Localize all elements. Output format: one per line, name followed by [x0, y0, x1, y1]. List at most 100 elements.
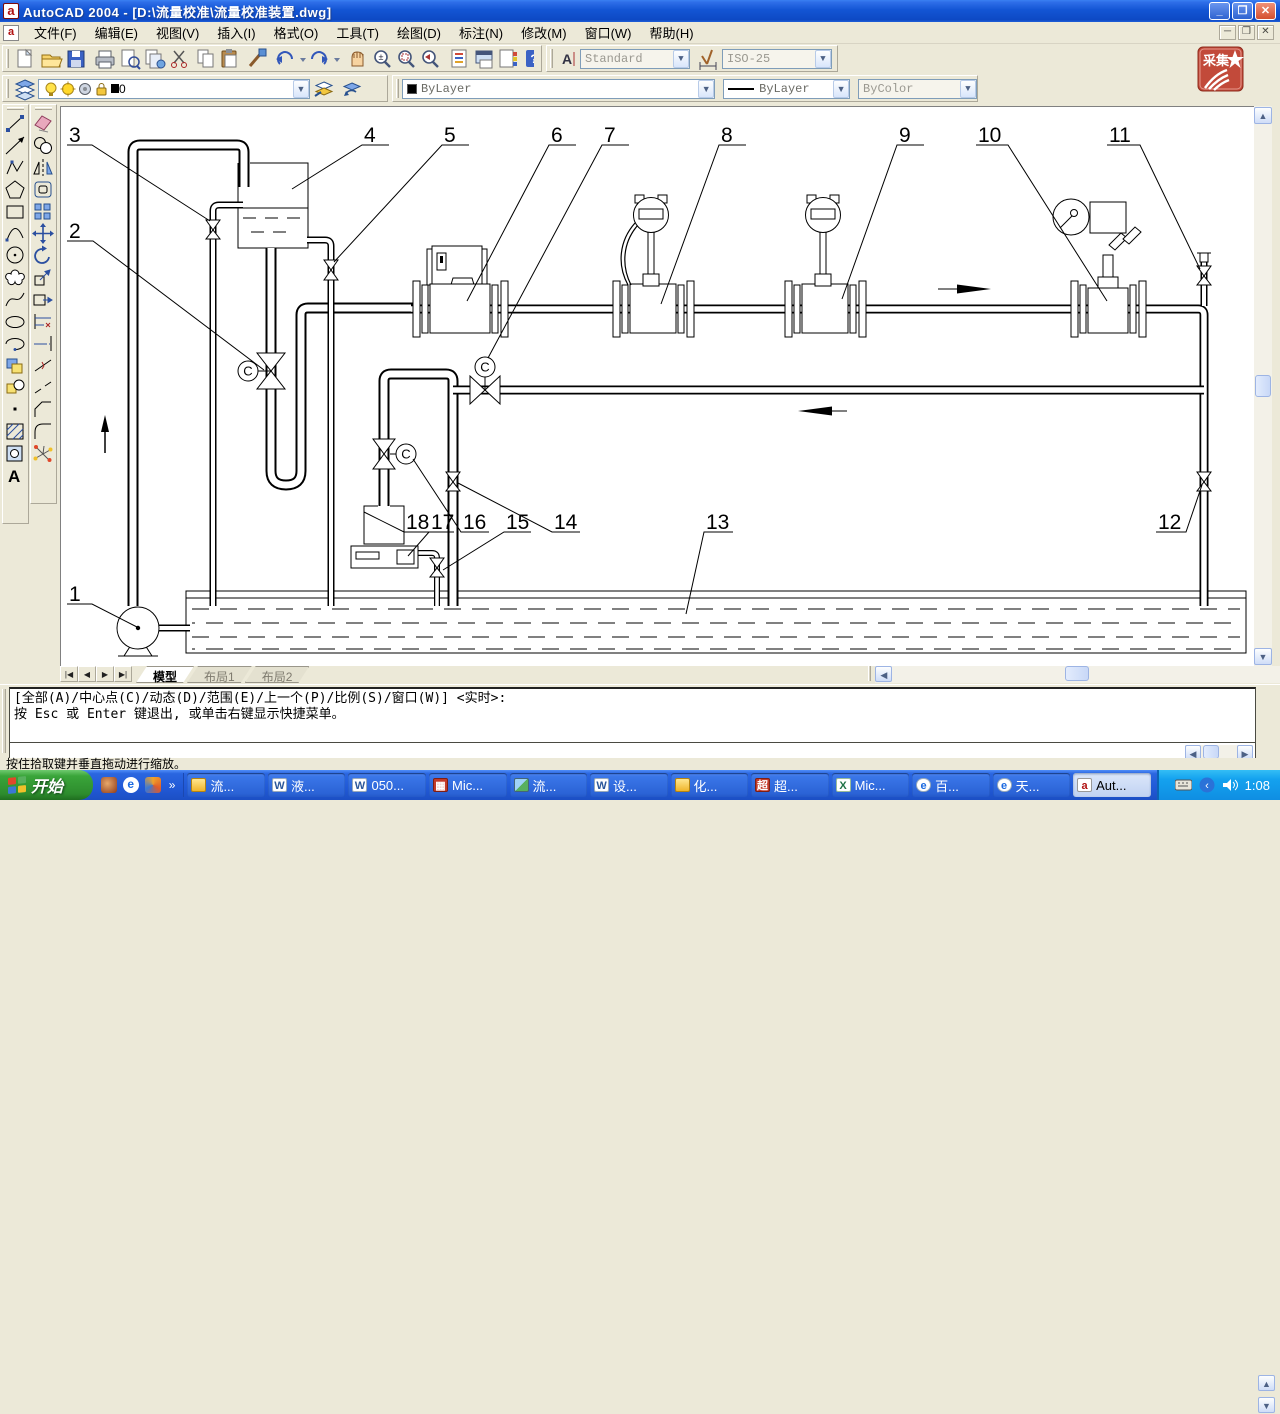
color-combo[interactable]: ByLayer ▼: [402, 79, 715, 99]
hscroll-grip[interactable]: [868, 666, 871, 681]
mdi-close-button[interactable]: ✕: [1257, 25, 1274, 40]
taskbar-button[interactable]: 流...: [187, 773, 265, 797]
menu-window[interactable]: 窗口(W): [576, 20, 641, 45]
menu-modify[interactable]: 修改(M): [512, 20, 576, 45]
drawing-canvas[interactable]: .po{fill:none;stroke:#000}.pi{fill:none;…: [60, 106, 1254, 666]
keyboard-icon[interactable]: [1175, 779, 1192, 791]
taskbar-button[interactable]: W液...: [268, 773, 346, 797]
ie-icon[interactable]: e: [123, 777, 139, 793]
menu-tools[interactable]: 工具(T): [327, 20, 388, 45]
language-bar-icon[interactable]: ‹: [1199, 777, 1215, 793]
mdi-minimize-button[interactable]: ─: [1219, 25, 1236, 40]
menu-format[interactable]: 格式(O): [265, 20, 328, 45]
scroll-down-button[interactable]: ▼: [1254, 648, 1272, 665]
menu-help[interactable]: 帮助(H): [641, 20, 703, 45]
tab-layout2[interactable]: 布局2: [245, 666, 310, 683]
modify-toolbar[interactable]: [30, 104, 57, 504]
media-player-icon[interactable]: [145, 777, 161, 793]
text-style-combo[interactable]: Standard▼: [580, 49, 690, 69]
clock[interactable]: 1:08: [1245, 778, 1270, 793]
minimize-button[interactable]: _: [1209, 2, 1230, 20]
cmd-scroll-up-button[interactable]: ▲: [1258, 1375, 1275, 1391]
dim-style-combo[interactable]: ISO-25▼: [722, 49, 832, 69]
toolbar-grip[interactable]: [7, 107, 24, 110]
autocad-icon: a: [1077, 778, 1092, 792]
quick-launch-chevron[interactable]: »: [169, 778, 176, 792]
taskbar-button[interactable]: ▦Mic...: [429, 773, 507, 797]
dropdown-arrow-icon[interactable]: ▼: [673, 50, 689, 68]
layer-color-swatch: [111, 84, 119, 93]
menu-edit[interactable]: 编辑(E): [86, 20, 147, 45]
standard-toolbar-icons[interactable]: ope ± ?: [12, 46, 534, 72]
svg-text:C: C: [480, 360, 489, 375]
taskbar-button[interactable]: W050...: [348, 773, 426, 797]
cmd-scroll-down-button[interactable]: ▼: [1258, 1397, 1275, 1413]
taskbar-button[interactable]: W设...: [590, 773, 668, 797]
toolbar-grip[interactable]: [6, 49, 9, 68]
tab-first-button[interactable]: |◀: [60, 666, 78, 682]
tab-last-button[interactable]: ▶|: [114, 666, 132, 682]
volume-icon[interactable]: [1222, 778, 1238, 792]
toolbar-grip[interactable]: [35, 107, 52, 110]
caiji-plugin-logo[interactable]: 采集: [1197, 46, 1244, 92]
dropdown-arrow-icon[interactable]: ▼: [960, 80, 976, 98]
layer-previous-icon[interactable]: [338, 76, 366, 102]
taskbar-button[interactable]: 流...: [510, 773, 588, 797]
restore-button[interactable]: ❐: [1232, 2, 1253, 20]
taskbar-button-active[interactable]: aAut...: [1073, 773, 1151, 797]
scroll-left-button[interactable]: ◀: [875, 666, 892, 682]
svg-text:‹: ‹: [1205, 780, 1209, 792]
scroll-up-button[interactable]: ▲: [1254, 107, 1272, 124]
explode-icon: [34, 445, 53, 462]
cmd-hscroll-thumb[interactable]: [1203, 745, 1219, 759]
menu-dimension[interactable]: 标注(N): [450, 20, 512, 45]
command-history[interactable]: [全部(A)/中心点(C)/动态(D)/范围(E)/上一个(P)/比例(S)/窗…: [9, 687, 1256, 743]
taskbar-button[interactable]: XMic...: [832, 773, 910, 797]
toolbar-grip[interactable]: [6, 79, 9, 98]
draw-toolbar-icons[interactable]: A: [3, 112, 28, 516]
text-style-icon[interactable]: A: [556, 46, 580, 72]
layers-icon[interactable]: [12, 76, 38, 102]
command-window-grip[interactable]: [2, 689, 6, 753]
taskbar-button[interactable]: 超超...: [751, 773, 829, 797]
arc-icon: [6, 228, 24, 241]
start-button[interactable]: 开始: [0, 770, 93, 800]
dropdown-arrow-icon[interactable]: ▼: [833, 80, 849, 98]
toolbar-grip[interactable]: [550, 49, 553, 68]
tab-model[interactable]: 模型: [136, 666, 194, 683]
valve-11: [1197, 253, 1211, 285]
menu-view[interactable]: 视图(V): [147, 20, 208, 45]
taskbar-button[interactable]: 化...: [671, 773, 749, 797]
modify-toolbar-icons[interactable]: [31, 112, 56, 496]
drawing-file-icon[interactable]: a: [3, 25, 19, 41]
app-icon[interactable]: [101, 777, 117, 793]
make-block-icon: [7, 380, 24, 393]
dim-style-icon[interactable]: [696, 46, 722, 72]
make-layer-current-icon[interactable]: [310, 76, 338, 102]
draw-toolbar[interactable]: A: [2, 104, 29, 524]
ellipse-icon: [6, 317, 24, 328]
dropdown-arrow-icon[interactable]: ▼: [293, 80, 309, 98]
dropdown-arrow-icon[interactable]: ▼: [815, 50, 831, 68]
svg-text:9: 9: [899, 124, 911, 147]
vscroll-thumb[interactable]: [1255, 375, 1271, 397]
close-button[interactable]: ✕: [1255, 2, 1276, 20]
flow-calibration-diagram: .po{fill:none;stroke:#000}.pi{fill:none;…: [61, 109, 1255, 661]
dropdown-arrow-icon[interactable]: ▼: [698, 80, 714, 98]
tab-layout1[interactable]: 布局1: [187, 666, 252, 683]
mdi-restore-button[interactable]: ❐: [1238, 25, 1255, 40]
autocad-app-icon[interactable]: a: [3, 3, 19, 19]
svg-text:16: 16: [463, 511, 486, 534]
menu-draw[interactable]: 绘图(D): [388, 20, 450, 45]
hscroll-thumb[interactable]: [1065, 666, 1089, 681]
tab-next-button[interactable]: ▶: [96, 666, 114, 682]
menu-insert[interactable]: 插入(I): [208, 20, 264, 45]
layer-combo[interactable]: 0 ▼: [38, 79, 310, 99]
menu-file[interactable]: 文件(F): [25, 20, 86, 45]
taskbar-button[interactable]: e百...: [912, 773, 990, 797]
tab-prev-button[interactable]: ◀: [78, 666, 96, 682]
plotstyle-combo[interactable]: ByColor ▼: [858, 79, 977, 99]
taskbar-button[interactable]: e天...: [993, 773, 1071, 797]
toolbar-grip[interactable]: [396, 79, 399, 98]
linetype-combo[interactable]: ByLayer ▼: [723, 79, 850, 99]
